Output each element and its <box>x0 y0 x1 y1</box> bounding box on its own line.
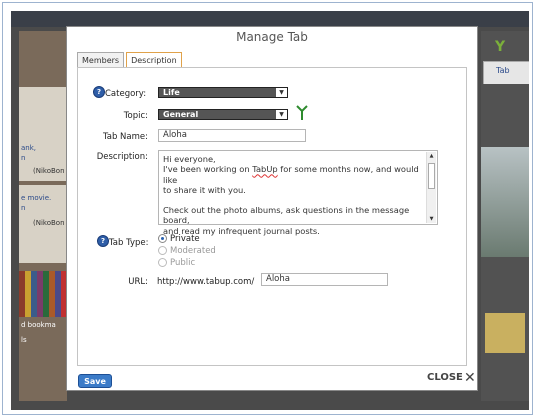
chevron-down-icon: ▼ <box>276 110 287 119</box>
description-line: I've been working on TabUp for some mont… <box>163 164 419 185</box>
category-select[interactable]: Life ▼ <box>158 87 288 98</box>
background-text: d bookma <box>21 321 56 329</box>
category-help-icon[interactable]: ? <box>93 86 105 98</box>
url-prefix: http://www.tabup.com/ <box>157 277 255 287</box>
description-label: Description: <box>96 152 148 162</box>
tree-icon: Y <box>495 39 506 55</box>
manage-tab-dialog: Manage Tab Members Description ? Categor… <box>66 26 478 391</box>
topic-select[interactable]: General ▼ <box>158 109 288 120</box>
chevron-down-icon: ▼ <box>276 88 287 97</box>
background-right-panel: Y Tab <box>481 31 529 401</box>
save-button[interactable]: Save <box>78 374 112 388</box>
tab-members[interactable]: Members <box>77 52 125 68</box>
radio-button[interactable] <box>158 246 167 255</box>
category-value: Life <box>163 88 180 97</box>
radio-private[interactable]: Private <box>158 234 200 244</box>
background-text: (NikoBon <box>33 167 65 175</box>
radio-button[interactable] <box>158 258 167 267</box>
description-panel: ? Category: Life ▼ Topic: General ▼ Tab … <box>77 67 467 366</box>
scroll-up-icon[interactable]: ▲ <box>427 152 436 160</box>
description-gap <box>163 195 425 205</box>
scrollbar-thumb[interactable] <box>428 163 435 189</box>
radio-moderated[interactable]: Moderated <box>158 246 216 256</box>
description-line: and read my infrequent journal posts. <box>163 225 320 236</box>
screenshot-frame: ank, n (NikoBon e movie. n (NikoBon d bo… <box>2 2 533 415</box>
tab-type-help-icon[interactable]: ? <box>97 235 109 247</box>
topic-value: General <box>163 110 199 119</box>
description-line: Hi everyone, <box>163 154 216 164</box>
tab-name-label: Tab Name: <box>102 132 148 142</box>
background-text: n <box>21 204 26 212</box>
description-scrollbar[interactable]: ▲ ▼ <box>426 152 436 223</box>
close-button[interactable]: CLOSE <box>427 372 463 383</box>
description-line: to share it with you. <box>163 184 246 195</box>
background-tab-label: Tab <box>496 66 510 75</box>
background-text: e movie. <box>21 194 52 202</box>
tree-icon[interactable] <box>296 105 308 121</box>
background-top-bar <box>11 11 529 27</box>
description-line: Check out the photo albums, ask question… <box>163 205 410 226</box>
topic-label: Topic: <box>123 111 148 121</box>
close-icon[interactable]: ✕ <box>464 371 476 385</box>
url-input[interactable]: Aloha <box>261 273 388 286</box>
radio-private-label: Private <box>170 234 200 244</box>
dialog-title: Manage Tab <box>236 30 308 44</box>
background-text: ank, <box>21 144 37 152</box>
radio-button-selected[interactable] <box>158 234 167 243</box>
background-tab: Tab <box>483 61 529 84</box>
background-text: n <box>21 154 26 162</box>
category-label: Category: <box>105 89 147 99</box>
url-label: URL: <box>128 277 148 287</box>
radio-public[interactable]: Public <box>158 258 195 268</box>
background-text: (NikoBon <box>33 219 65 227</box>
background-photo <box>481 147 529 257</box>
background-left-panel: ank, n (NikoBon e movie. n (NikoBon d bo… <box>19 31 67 401</box>
radio-public-label: Public <box>170 258 196 268</box>
description-textarea[interactable]: Hi everyone, I've been working on TabUp … <box>158 150 438 236</box>
tab-name-input[interactable]: Aloha <box>158 129 306 142</box>
dialog-tabs: Members Description <box>77 52 184 69</box>
tab-type-label: Tab Type: <box>109 238 149 248</box>
background-block <box>485 313 525 353</box>
description-text: Hi everyone, I've been working on TabUp … <box>163 154 425 236</box>
scroll-down-icon[interactable]: ▼ <box>427 215 436 223</box>
radio-moderated-label: Moderated <box>170 246 216 256</box>
background-text: ls <box>21 336 27 344</box>
background-books-image <box>19 271 67 317</box>
